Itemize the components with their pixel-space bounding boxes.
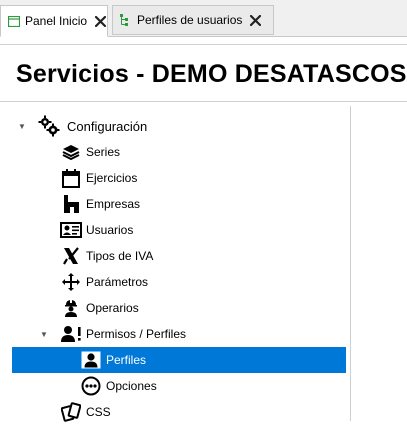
tab-perfiles-usuarios[interactable]: Perfiles de usuarios [112, 5, 274, 35]
worker-icon [60, 297, 82, 319]
tree-item-series[interactable]: Series [12, 139, 346, 165]
tree-item-label: Operarios [86, 301, 139, 315]
tab-panel-inicio[interactable]: Panel Inicio [0, 5, 108, 37]
user-alert-icon [60, 323, 82, 345]
tree-item-label: Series [86, 145, 121, 159]
tree-item-usuarios[interactable]: Usuarios [12, 217, 346, 243]
tree-item-tipos-iva[interactable]: Tipos de IVA [12, 243, 346, 269]
tree-item-label: Empresas [86, 197, 141, 211]
building-icon [60, 193, 82, 215]
dots-circle-icon [80, 375, 102, 397]
tree-item-ejercicios[interactable]: Ejercicios [12, 165, 346, 191]
window-icon [7, 14, 21, 28]
tab-label: Perfiles de usuarios [137, 13, 243, 27]
tree-item-label: Permisos / Perfiles [86, 327, 187, 341]
tax-icon [60, 245, 82, 267]
expand-arrow-icon[interactable]: ▼ [18, 122, 26, 131]
tree-item-operarios[interactable]: Operarios [12, 295, 346, 321]
close-icon[interactable] [250, 14, 262, 26]
tree-item-empresas[interactable]: Empresas [12, 191, 346, 217]
id-card-icon [60, 219, 82, 241]
tree-panel[interactable]: ▼ Configuración Series Ejercicios Empres… [6, 106, 351, 422]
tree-item-label: Opciones [106, 379, 157, 393]
close-icon[interactable] [95, 15, 107, 27]
page-title: Servicios - DEMO DESATASCOS [16, 60, 407, 88]
tree-item-label: Tipos de IVA [86, 249, 154, 263]
tree-item-parametros[interactable]: Parámetros [12, 269, 346, 295]
expand-arrow-icon[interactable]: ▼ [40, 330, 48, 339]
layers-icon [60, 141, 82, 163]
gears-icon [38, 115, 60, 137]
tree-item-css[interactable]: CSS [12, 399, 346, 425]
cards-icon [60, 401, 82, 423]
tree-item-opciones[interactable]: Opciones [12, 373, 346, 399]
tree-item-configuracion[interactable]: ▼ Configuración [12, 113, 346, 139]
tree-item-label: Usuarios [86, 223, 134, 237]
tree-item-label: Perfiles [106, 353, 147, 367]
tree-item-permisos-perfiles[interactable]: ▼ Permisos / Perfiles [12, 321, 346, 347]
calendar-icon [60, 167, 82, 189]
tree-item-perfiles[interactable]: Perfiles [12, 347, 346, 373]
user-icon [80, 349, 102, 371]
tree-item-label: Parámetros [86, 275, 149, 289]
arrows-icon [60, 271, 82, 293]
tree-item-label: CSS [86, 405, 111, 419]
tree-item-label: Configuración [67, 118, 148, 134]
tab-label: Panel Inicio [25, 14, 88, 28]
tree-list-icon [119, 13, 133, 27]
tab-bar: Panel Inicio Perfiles de usuarios [0, 0, 407, 37]
tree-item-label: Ejercicios [86, 171, 138, 185]
